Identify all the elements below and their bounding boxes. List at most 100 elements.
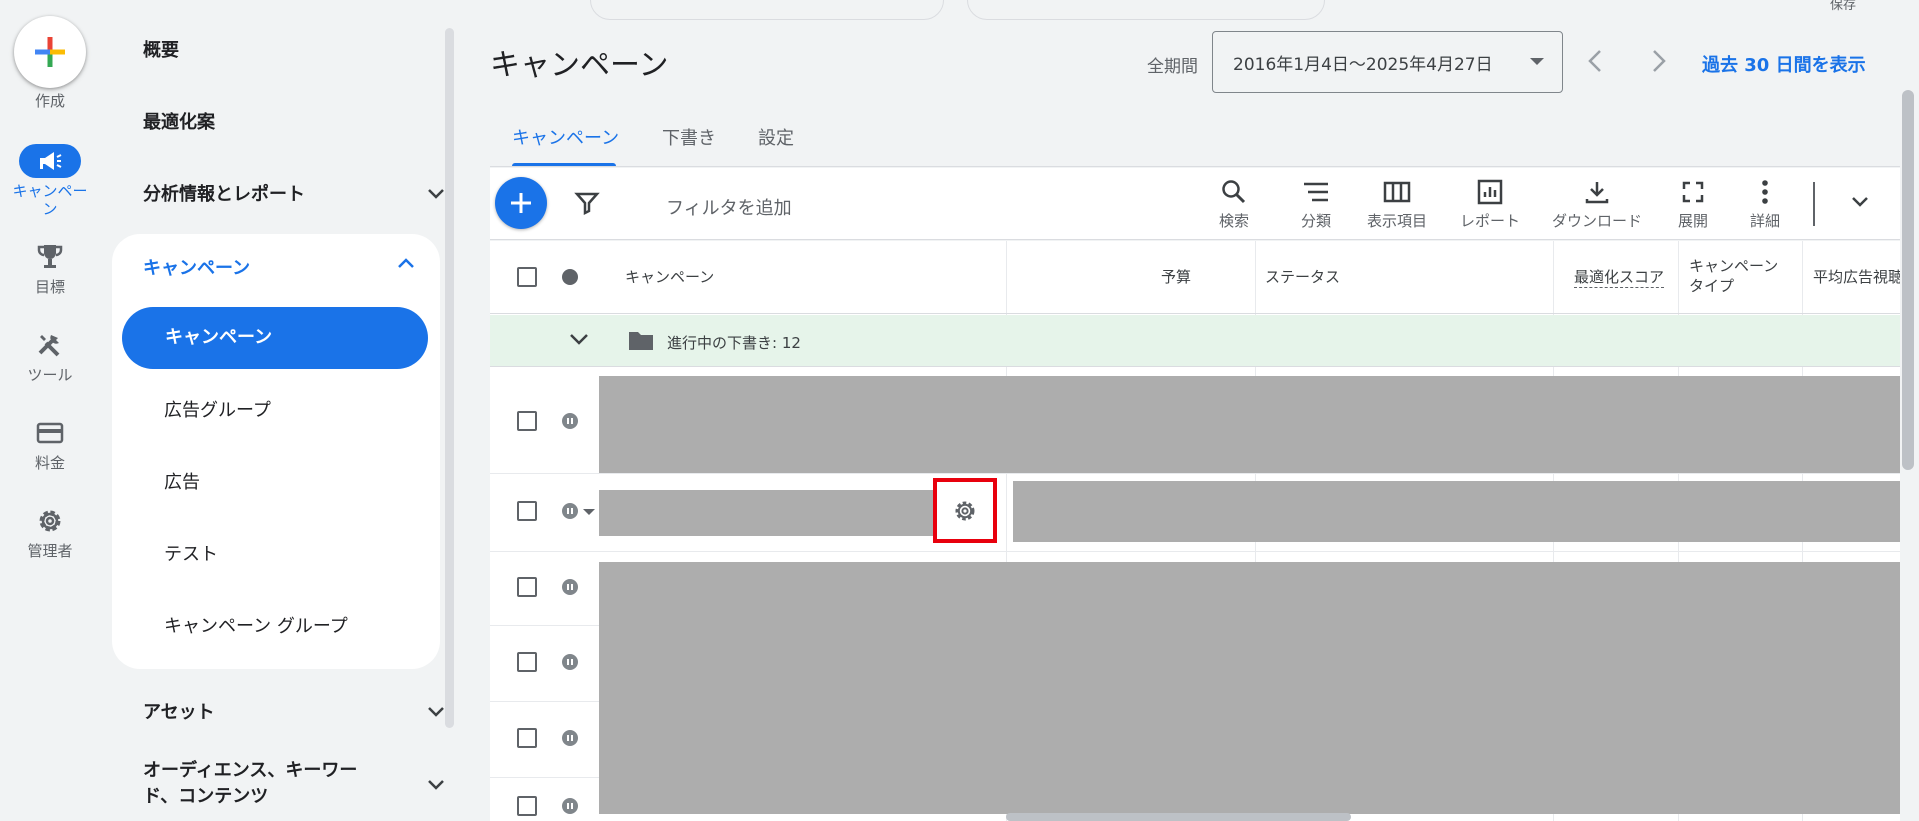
- nav-item-overview[interactable]: 概要: [143, 36, 179, 62]
- nav-item-ad-groups[interactable]: 広告グループ: [164, 396, 271, 422]
- redacted-row-values: [1013, 481, 1900, 542]
- add-filter-field[interactable]: フィルタを追加: [666, 194, 792, 220]
- filter-icon[interactable]: [574, 190, 600, 216]
- column-header-budget[interactable]: 予算: [1161, 267, 1191, 287]
- plus-icon: [511, 193, 531, 213]
- column-header-avg-view[interactable]: 平均広告視聴: [1813, 267, 1900, 287]
- tools-icon: [38, 335, 60, 357]
- search-icon: [1222, 180, 1246, 204]
- row-divider: [490, 551, 1900, 552]
- billing-card-icon: [36, 422, 64, 444]
- show-last-30-days-link[interactable]: 過去 30 日間を表示: [1702, 51, 1866, 77]
- row-checkbox[interactable]: [517, 652, 537, 672]
- rail-item-tools[interactable]: ツール: [0, 328, 100, 384]
- row-checkbox[interactable]: [517, 728, 537, 748]
- paused-status-icon[interactable]: [562, 798, 578, 814]
- chevron-up-icon: [398, 258, 414, 268]
- draft-row-label: 進行中の下書き: 12: [667, 334, 801, 352]
- redacted-campaign-name: [599, 490, 933, 536]
- nav-item-assets[interactable]: アセット: [143, 698, 450, 724]
- chevron-down-icon: [428, 189, 444, 199]
- top-search-stub[interactable]: [590, 0, 944, 20]
- tab-drafts[interactable]: 下書き: [662, 124, 716, 150]
- status-dropdown-caret-icon[interactable]: [583, 509, 595, 515]
- column-header-campaign-type-2[interactable]: タイプ: [1689, 276, 1734, 296]
- redacted-rows: [599, 562, 1900, 814]
- table-toolbar: フィルタを追加 検索 分類 表示項目 レポート ダウンロード 展開 詳細: [490, 168, 1900, 240]
- status-dot-icon[interactable]: [562, 269, 578, 285]
- campaigns-table: キャンペーン 予算 ステータス 最適化スコア キャンペーン タイプ 平均広告視聴…: [490, 241, 1900, 821]
- folder-icon: [629, 332, 653, 350]
- dropdown-caret-icon: [1530, 58, 1544, 65]
- page-title: キャンペーン: [490, 48, 669, 83]
- column-header-campaign[interactable]: キャンペーン: [625, 267, 714, 287]
- date-range-value: 2016年1月4日～2025年4月27日: [1233, 54, 1493, 75]
- plus-multicolor-icon: [35, 37, 65, 67]
- chevron-down-icon: [428, 780, 444, 790]
- nav-item-insights[interactable]: 分析情報とレポート: [143, 180, 450, 206]
- paused-status-icon[interactable]: [562, 579, 578, 595]
- segment-icon: [1304, 182, 1328, 202]
- nav-item-experiments[interactable]: テスト: [164, 540, 218, 566]
- paused-status-icon[interactable]: [562, 730, 578, 746]
- search-button[interactable]: 検索: [1204, 178, 1264, 231]
- row-checkbox[interactable]: [517, 411, 537, 431]
- nav-scrollbar[interactable]: [445, 28, 454, 728]
- prev-period-icon[interactable]: [1586, 48, 1606, 74]
- save-label[interactable]: 保存: [1830, 0, 1856, 13]
- nav-item-campaigns-active[interactable]: キャンペーン: [122, 307, 428, 369]
- reports-button[interactable]: レポート: [1450, 178, 1530, 231]
- vertical-scrollbar[interactable]: [1902, 90, 1914, 470]
- nav-item-campaign-groups[interactable]: キャンペーン グループ: [164, 612, 348, 638]
- download-icon: [1585, 182, 1609, 204]
- create-button[interactable]: [14, 16, 86, 88]
- rail-item-admin[interactable]: 管理者: [0, 504, 100, 560]
- row-checkbox[interactable]: [517, 577, 537, 597]
- download-button[interactable]: ダウンロード: [1540, 178, 1654, 231]
- columns-button[interactable]: 表示項目: [1354, 178, 1440, 231]
- left-rail: 作成 キャンペーン 目標 ツール 料金 管理者: [0, 0, 100, 821]
- tab-campaigns[interactable]: キャンペーン: [512, 124, 619, 150]
- top-search-stub-2[interactable]: [967, 0, 1325, 20]
- report-icon: [1477, 179, 1503, 205]
- next-period-icon[interactable]: [1648, 48, 1668, 74]
- paused-status-icon[interactable]: [562, 413, 578, 429]
- expand-icon: [1682, 181, 1704, 203]
- nav-group-campaigns[interactable]: キャンペーン: [143, 254, 440, 280]
- tab-settings[interactable]: 設定: [758, 124, 794, 150]
- row-checkbox[interactable]: [517, 501, 537, 521]
- row-checkbox[interactable]: [517, 796, 537, 816]
- horizontal-scrollbar[interactable]: [1006, 813, 1351, 821]
- more-details-button[interactable]: 詳細: [1740, 178, 1790, 231]
- column-header-status[interactable]: ステータス: [1265, 267, 1340, 287]
- chevron-down-icon[interactable]: [1850, 194, 1870, 208]
- draft-row[interactable]: 進行中の下書き: 12: [490, 315, 1900, 367]
- rail-item-billing[interactable]: 料金: [0, 416, 100, 472]
- chevron-down-icon[interactable]: [568, 331, 590, 347]
- select-all-checkbox[interactable]: [517, 267, 537, 287]
- nav-item-audiences[interactable]: オーディエンス、キーワード、コンテンツ: [143, 758, 450, 810]
- nav-item-ads[interactable]: 広告: [164, 468, 200, 494]
- column-header-opt-score[interactable]: 最適化スコア: [1574, 267, 1665, 288]
- chevron-down-icon: [428, 707, 444, 717]
- paused-status-icon[interactable]: [562, 503, 578, 519]
- tab-active-indicator: [512, 163, 616, 166]
- expand-button[interactable]: 展開: [1668, 178, 1718, 231]
- megaphone-icon: [40, 152, 62, 170]
- secondary-nav: 概要 最適化案 分析情報とレポート キャンペーン キャンペーン 広告グループ 広…: [100, 0, 450, 821]
- main-content: 保存 キャンペーン 全期間 2016年1月4日～2025年4月27日 過去 30…: [490, 0, 1919, 821]
- column-header-campaign-type-1[interactable]: キャンペーン: [1689, 256, 1778, 276]
- date-range-picker[interactable]: 2016年1月4日～2025年4月27日: [1212, 31, 1563, 93]
- rail-item-campaigns[interactable]: キャンペーン: [0, 144, 100, 218]
- segment-button[interactable]: 分類: [1286, 178, 1346, 231]
- redacted-row: [599, 376, 1900, 473]
- toolbar-divider: [1813, 182, 1815, 226]
- create-label: 作成: [34, 92, 65, 110]
- campaign-settings-highlight[interactable]: [933, 478, 997, 543]
- nav-item-recommendations[interactable]: 最適化案: [143, 108, 215, 134]
- paused-status-icon[interactable]: [562, 654, 578, 670]
- table-header: キャンペーン 予算 ステータス 最適化スコア キャンペーン タイプ 平均広告視聴: [490, 241, 1900, 314]
- columns-icon: [1383, 181, 1411, 203]
- rail-item-goals[interactable]: 目標: [0, 240, 100, 296]
- add-campaign-button[interactable]: [495, 177, 547, 229]
